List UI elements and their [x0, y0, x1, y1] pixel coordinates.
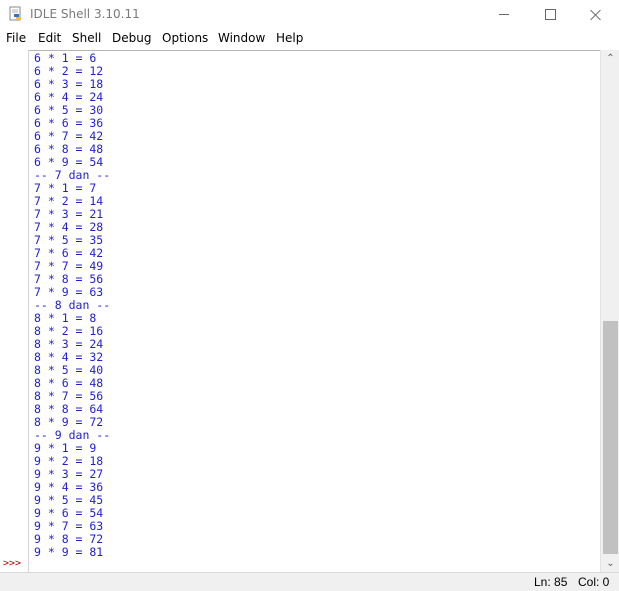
menu-help[interactable]: Help: [276, 31, 303, 45]
shell-prompt: >>>: [3, 558, 22, 569]
status-bar: Ln: 85 Col: 0: [0, 572, 619, 591]
idle-python-icon: [9, 6, 21, 21]
scroll-up-button[interactable]: ⌃: [601, 50, 619, 67]
menu-bar: File Edit Shell Debug Options Window Hel…: [0, 29, 619, 49]
chevron-up-icon: ⌃: [606, 53, 615, 64]
scroll-down-button[interactable]: ⌄: [601, 555, 619, 572]
line-number-status: Ln: 85: [534, 575, 568, 589]
prompt-gutter: >>>: [0, 50, 29, 572]
chevron-down-icon: ⌄: [606, 558, 615, 569]
menu-file[interactable]: File: [6, 31, 26, 45]
close-button[interactable]: [573, 0, 619, 29]
shell-text-area[interactable]: 6 * 1 = 66 * 2 = 12 6 * 3 = 18 6 * 4 = 24 6…: [29, 50, 600, 573]
menu-window[interactable]: Window: [218, 31, 265, 45]
minimize-icon: [499, 14, 509, 15]
menu-options[interactable]: Options: [162, 31, 208, 45]
vertical-scrollbar[interactable]: ⌃ ⌄: [600, 50, 619, 572]
scroll-thumb[interactable]: [603, 321, 618, 554]
close-icon: [590, 9, 602, 21]
shell-output: 6 * 1 = 66 * 2 = 12 6 * 3 = 18 6 * 4 = 24 6…: [34, 52, 110, 559]
menu-edit[interactable]: Edit: [38, 31, 61, 45]
title-bar[interactable]: IDLE Shell 3.10.11: [0, 0, 619, 29]
window-title: IDLE Shell 3.10.11: [30, 7, 140, 21]
minimize-button[interactable]: [481, 0, 527, 29]
column-number-status: Col: 0: [578, 575, 610, 589]
maximize-icon: [544, 9, 556, 20]
menu-shell[interactable]: Shell: [72, 31, 101, 45]
shell-output-line: 9 * 9 = 81: [34, 545, 104, 559]
menu-debug[interactable]: Debug: [112, 31, 151, 45]
maximize-button[interactable]: [527, 0, 573, 29]
